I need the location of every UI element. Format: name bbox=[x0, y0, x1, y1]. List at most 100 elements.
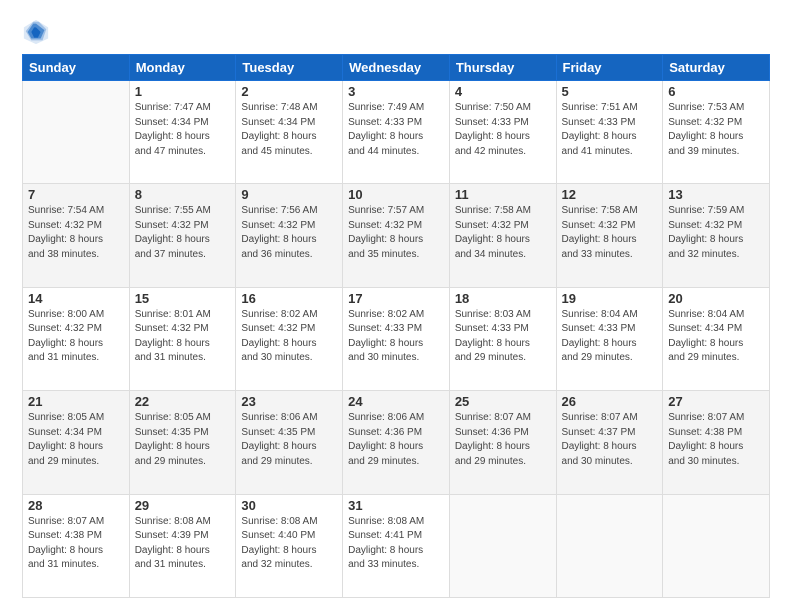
day-number: 3 bbox=[348, 84, 444, 99]
day-info: Sunrise: 8:04 AM Sunset: 4:33 PM Dayligh… bbox=[562, 308, 658, 366]
day-number: 5 bbox=[562, 84, 658, 99]
day-number: 29 bbox=[135, 498, 231, 513]
calendar-week-row: 1 Sunrise: 7:47 AM Sunset: 4:34 PM Daylig… bbox=[23, 81, 770, 184]
day-info: Sunrise: 8:08 AM Sunset: 4:41 PM Dayligh… bbox=[348, 515, 444, 573]
day-info: Sunrise: 8:06 AM Sunset: 4:36 PM Dayligh… bbox=[348, 411, 444, 469]
day-number: 1 bbox=[135, 84, 231, 99]
day-number: 8 bbox=[135, 187, 231, 202]
calendar-table: SundayMondayTuesdayWednesdayThursdayFrid… bbox=[22, 54, 770, 598]
day-number: 28 bbox=[28, 498, 124, 513]
day-number: 6 bbox=[668, 84, 764, 99]
calendar-week-row: 28Sunrise: 8:07 AM Sunset: 4:38 PM Dayli… bbox=[23, 494, 770, 597]
day-number: 24 bbox=[348, 394, 444, 409]
calendar-week-row: 7Sunrise: 7:54 AM Sunset: 4:32 PM Daylig… bbox=[23, 184, 770, 287]
day-header-sunday: Sunday bbox=[23, 55, 130, 81]
day-info: Sunrise: 8:06 AM Sunset: 4:35 PM Dayligh… bbox=[241, 411, 337, 469]
calendar-cell: 15Sunrise: 8:01 AM Sunset: 4:32 PM Dayli… bbox=[129, 287, 236, 390]
calendar-cell: 19 Sunrise: 8:04 AM Sunset: 4:33 PM Dayli… bbox=[556, 287, 663, 390]
day-info: Sunrise: 7:58 AM Sunset: 4:32 PM Dayligh… bbox=[455, 204, 551, 262]
calendar-cell: 20 Sunrise: 8:04 AM Sunset: 4:34 PM Dayli… bbox=[663, 287, 770, 390]
day-info: Sunrise: 8:02 AM Sunset: 4:33 PM Dayligh… bbox=[348, 308, 444, 366]
day-number: 4 bbox=[455, 84, 551, 99]
day-info: Sunrise: 8:07 AM Sunset: 4:38 PM Dayligh… bbox=[668, 411, 764, 469]
calendar-cell: 27 Sunrise: 8:07 AM Sunset: 4:38 PM Dayli… bbox=[663, 391, 770, 494]
day-info: Sunrise: 8:05 AM Sunset: 4:35 PM Dayligh… bbox=[135, 411, 231, 469]
calendar-cell: 5 Sunrise: 7:51 AM Sunset: 4:33 PM Daylig… bbox=[556, 81, 663, 184]
calendar-cell bbox=[556, 494, 663, 597]
day-info: Sunrise: 7:55 AM Sunset: 4:32 PM Dayligh… bbox=[135, 204, 231, 262]
calendar-cell: 10 Sunrise: 7:57 AM Sunset: 4:32 PM Dayli… bbox=[343, 184, 450, 287]
calendar-cell: 2 Sunrise: 7:48 AM Sunset: 4:34 PM Daylig… bbox=[236, 81, 343, 184]
calendar-cell: 13Sunrise: 7:59 AM Sunset: 4:32 PM Dayli… bbox=[663, 184, 770, 287]
calendar-cell: 31 Sunrise: 8:08 AM Sunset: 4:41 PM Dayli… bbox=[343, 494, 450, 597]
day-number: 21 bbox=[28, 394, 124, 409]
day-number: 18 bbox=[455, 291, 551, 306]
day-info: Sunrise: 8:02 AM Sunset: 4:32 PM Dayligh… bbox=[241, 308, 337, 366]
calendar-cell: 25 Sunrise: 8:07 AM Sunset: 4:36 PM Dayli… bbox=[449, 391, 556, 494]
page: SundayMondayTuesdayWednesdayThursdayFrid… bbox=[0, 0, 792, 612]
day-number: 2 bbox=[241, 84, 337, 99]
day-number: 25 bbox=[455, 394, 551, 409]
day-info: Sunrise: 8:08 AM Sunset: 4:40 PM Dayligh… bbox=[241, 515, 337, 573]
day-info: Sunrise: 8:00 AM Sunset: 4:32 PM Dayligh… bbox=[28, 308, 124, 366]
calendar-cell: 21 Sunrise: 8:05 AM Sunset: 4:34 PM Dayli… bbox=[23, 391, 130, 494]
day-header-thursday: Thursday bbox=[449, 55, 556, 81]
day-info: Sunrise: 7:57 AM Sunset: 4:32 PM Dayligh… bbox=[348, 204, 444, 262]
calendar-cell: 9Sunrise: 7:56 AM Sunset: 4:32 PM Daylig… bbox=[236, 184, 343, 287]
calendar-cell bbox=[663, 494, 770, 597]
day-number: 20 bbox=[668, 291, 764, 306]
calendar-cell bbox=[23, 81, 130, 184]
day-number: 10 bbox=[348, 187, 444, 202]
calendar-week-row: 21 Sunrise: 8:05 AM Sunset: 4:34 PM Dayli… bbox=[23, 391, 770, 494]
day-number: 9 bbox=[241, 187, 337, 202]
calendar-cell bbox=[449, 494, 556, 597]
calendar-cell: 14 Sunrise: 8:00 AM Sunset: 4:32 PM Dayli… bbox=[23, 287, 130, 390]
day-info: Sunrise: 8:05 AM Sunset: 4:34 PM Dayligh… bbox=[28, 411, 124, 469]
day-number: 31 bbox=[348, 498, 444, 513]
day-header-saturday: Saturday bbox=[663, 55, 770, 81]
logo bbox=[22, 18, 54, 46]
day-number: 15 bbox=[135, 291, 231, 306]
day-number: 27 bbox=[668, 394, 764, 409]
day-info: Sunrise: 7:53 AM Sunset: 4:32 PM Dayligh… bbox=[668, 101, 764, 159]
calendar-header-row: SundayMondayTuesdayWednesdayThursdayFrid… bbox=[23, 55, 770, 81]
calendar-cell: 12Sunrise: 7:58 AM Sunset: 4:32 PM Dayli… bbox=[556, 184, 663, 287]
day-number: 22 bbox=[135, 394, 231, 409]
day-info: Sunrise: 7:51 AM Sunset: 4:33 PM Dayligh… bbox=[562, 101, 658, 159]
calendar-cell: 8 Sunrise: 7:55 AM Sunset: 4:32 PM Daylig… bbox=[129, 184, 236, 287]
day-number: 17 bbox=[348, 291, 444, 306]
calendar-cell: 16 Sunrise: 8:02 AM Sunset: 4:32 PM Dayli… bbox=[236, 287, 343, 390]
day-number: 7 bbox=[28, 187, 124, 202]
day-info: Sunrise: 7:50 AM Sunset: 4:33 PM Dayligh… bbox=[455, 101, 551, 159]
calendar-week-row: 14 Sunrise: 8:00 AM Sunset: 4:32 PM Dayli… bbox=[23, 287, 770, 390]
day-header-tuesday: Tuesday bbox=[236, 55, 343, 81]
calendar-cell: 23 Sunrise: 8:06 AM Sunset: 4:35 PM Dayli… bbox=[236, 391, 343, 494]
day-number: 16 bbox=[241, 291, 337, 306]
logo-icon bbox=[22, 18, 50, 46]
day-number: 30 bbox=[241, 498, 337, 513]
day-info: Sunrise: 8:04 AM Sunset: 4:34 PM Dayligh… bbox=[668, 308, 764, 366]
day-header-friday: Friday bbox=[556, 55, 663, 81]
day-info: Sunrise: 7:47 AM Sunset: 4:34 PM Dayligh… bbox=[135, 101, 231, 159]
day-number: 23 bbox=[241, 394, 337, 409]
day-number: 14 bbox=[28, 291, 124, 306]
calendar-cell: 30 Sunrise: 8:08 AM Sunset: 4:40 PM Dayli… bbox=[236, 494, 343, 597]
day-info: Sunrise: 7:48 AM Sunset: 4:34 PM Dayligh… bbox=[241, 101, 337, 159]
calendar-cell: 26Sunrise: 8:07 AM Sunset: 4:37 PM Dayli… bbox=[556, 391, 663, 494]
day-info: Sunrise: 8:07 AM Sunset: 4:36 PM Dayligh… bbox=[455, 411, 551, 469]
calendar-cell: 24 Sunrise: 8:06 AM Sunset: 4:36 PM Dayli… bbox=[343, 391, 450, 494]
day-info: Sunrise: 8:08 AM Sunset: 4:39 PM Dayligh… bbox=[135, 515, 231, 573]
header bbox=[22, 18, 770, 46]
calendar-cell: 4 Sunrise: 7:50 AM Sunset: 4:33 PM Daylig… bbox=[449, 81, 556, 184]
day-number: 13 bbox=[668, 187, 764, 202]
day-number: 12 bbox=[562, 187, 658, 202]
day-number: 19 bbox=[562, 291, 658, 306]
calendar-cell: 17 Sunrise: 8:02 AM Sunset: 4:33 PM Dayli… bbox=[343, 287, 450, 390]
calendar-cell: 6 Sunrise: 7:53 AM Sunset: 4:32 PM Daylig… bbox=[663, 81, 770, 184]
calendar-cell: 1 Sunrise: 7:47 AM Sunset: 4:34 PM Daylig… bbox=[129, 81, 236, 184]
day-number: 26 bbox=[562, 394, 658, 409]
calendar-cell: 3Sunrise: 7:49 AM Sunset: 4:33 PM Daylig… bbox=[343, 81, 450, 184]
calendar-cell: 22 Sunrise: 8:05 AM Sunset: 4:35 PM Dayli… bbox=[129, 391, 236, 494]
day-number: 11 bbox=[455, 187, 551, 202]
day-info: Sunrise: 8:03 AM Sunset: 4:33 PM Dayligh… bbox=[455, 308, 551, 366]
